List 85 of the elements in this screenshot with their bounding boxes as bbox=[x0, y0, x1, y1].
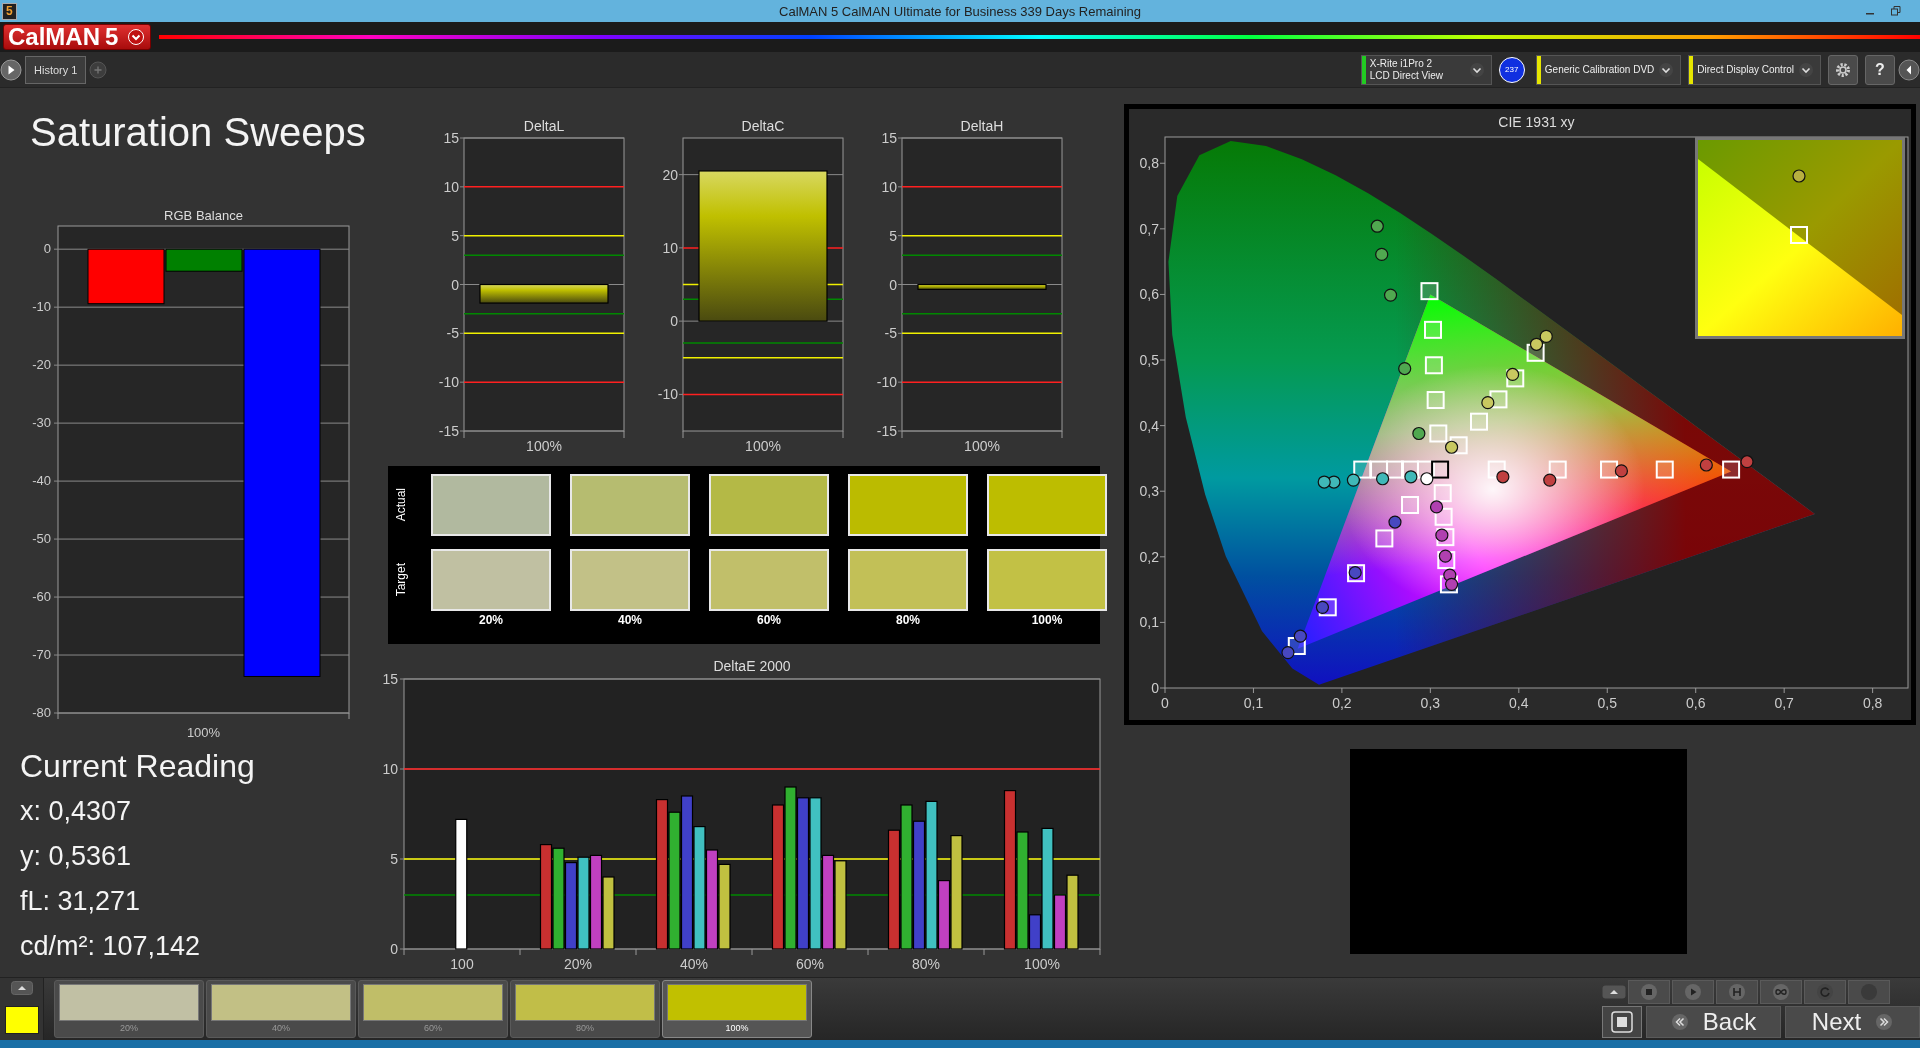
chart-title: DeltaH bbox=[960, 118, 1004, 134]
window-title: CalMAN 5 CalMAN Ultimate for Business 339 Days Remaining bbox=[779, 3, 1141, 19]
page-title: Saturation Sweeps bbox=[30, 109, 366, 156]
column-label: 40% bbox=[617, 613, 643, 629]
x-tick-label: 0,2 bbox=[1332, 695, 1352, 711]
current-reading-title: Current Reading bbox=[20, 747, 255, 786]
y-tick-label: 10 bbox=[881, 178, 897, 195]
y-tick-label: -10 bbox=[438, 374, 459, 391]
y-tick-label: -80 bbox=[32, 705, 51, 720]
chart-title: DeltaC bbox=[741, 118, 785, 134]
reading-value: cd/m²: 107,142 bbox=[20, 930, 201, 963]
y-tick-label: -60 bbox=[32, 589, 51, 605]
column-label: 20% bbox=[478, 613, 504, 629]
row-label: Actual bbox=[394, 488, 408, 522]
y-tick-label: 0,6 bbox=[1139, 286, 1159, 303]
reading-value: fL: 31,271 bbox=[20, 885, 141, 918]
x-tick-label: 20% bbox=[564, 956, 592, 972]
y-tick-label: -5 bbox=[446, 325, 459, 342]
x-tick-label: 60% bbox=[796, 956, 824, 972]
x-tick-label: 40% bbox=[680, 956, 708, 972]
x-tick-label: 0,4 bbox=[1509, 695, 1529, 711]
y-tick-label: 5 bbox=[889, 227, 897, 244]
y-tick-label: 10 bbox=[382, 761, 398, 777]
column-label: 100% bbox=[1030, 613, 1064, 629]
chart-title: DeltaE 2000 bbox=[713, 658, 791, 674]
y-tick-label: 15 bbox=[382, 671, 398, 687]
meter-count-badge: 237 bbox=[1498, 56, 1525, 83]
device-label: X-Rite i1Pro 2 bbox=[1369, 57, 1433, 70]
y-tick-label: 0,8 bbox=[1139, 155, 1159, 172]
y-tick-label: 0,4 bbox=[1139, 417, 1159, 434]
y-tick-label: 0,2 bbox=[1139, 548, 1159, 565]
x-tick-label: 100% bbox=[1024, 956, 1060, 972]
column-label: 80% bbox=[895, 613, 921, 629]
x-tick-label: 100% bbox=[964, 438, 1000, 454]
x-tick-label: 100% bbox=[745, 438, 781, 454]
x-tick-label: 100% bbox=[186, 725, 221, 740]
x-tick-label: 0,5 bbox=[1597, 695, 1617, 711]
y-tick-label: 0 bbox=[889, 276, 897, 293]
y-tick-label: 5 bbox=[451, 227, 459, 244]
x-tick-label: 80% bbox=[912, 956, 940, 972]
y-tick-label: 0,1 bbox=[1139, 614, 1159, 631]
y-tick-label: -10 bbox=[876, 374, 897, 391]
y-tick-label: 0 bbox=[670, 313, 678, 330]
x-tick-label: 0,3 bbox=[1420, 695, 1441, 711]
y-tick-label: 0 bbox=[451, 276, 459, 293]
y-tick-label: -40 bbox=[32, 473, 51, 489]
y-tick-label: 20 bbox=[662, 166, 678, 183]
row-label: Target bbox=[394, 563, 408, 597]
y-tick-label: -15 bbox=[876, 423, 897, 439]
y-tick-label: -10 bbox=[32, 299, 51, 315]
column-label: 60% bbox=[756, 613, 782, 629]
chart-title: RGB Balance bbox=[164, 208, 243, 223]
x-tick-label: 100% bbox=[526, 438, 562, 454]
y-tick-label: -15 bbox=[438, 423, 459, 439]
device-label: Direct Display Control bbox=[1697, 63, 1794, 76]
y-tick-label: 0 bbox=[43, 241, 51, 257]
x-tick-label: 0,7 bbox=[1774, 695, 1794, 711]
chart-title: DeltaL bbox=[523, 118, 565, 134]
y-tick-label: 15 bbox=[881, 130, 897, 146]
y-tick-label: 0,3 bbox=[1139, 483, 1159, 500]
device-label: Generic Calibration DVD bbox=[1544, 63, 1655, 76]
x-tick-label: 0,8 bbox=[1862, 695, 1883, 711]
x-tick-label: 0,6 bbox=[1686, 695, 1706, 711]
y-tick-label: -30 bbox=[32, 415, 51, 431]
x-tick-label: 0,1 bbox=[1243, 695, 1264, 711]
y-tick-label: -50 bbox=[32, 531, 51, 547]
x-tick-label: 100 bbox=[450, 956, 474, 972]
y-tick-label: -5 bbox=[884, 325, 897, 342]
y-tick-label: 0,7 bbox=[1139, 220, 1159, 237]
y-tick-label: -20 bbox=[32, 357, 51, 373]
y-tick-label: 0 bbox=[390, 941, 398, 957]
y-tick-label: 0,5 bbox=[1139, 352, 1159, 368]
y-tick-label: 5 bbox=[390, 851, 398, 867]
x-tick-label: 0 bbox=[1161, 695, 1169, 711]
reading-value: y: 0,5361 bbox=[20, 840, 132, 873]
y-tick-label: 10 bbox=[443, 178, 459, 195]
reading-value: x: 0,4307 bbox=[20, 795, 132, 828]
device-label: LCD Direct View bbox=[1369, 69, 1443, 82]
y-tick-label: 15 bbox=[443, 130, 459, 146]
app-icon: 5 bbox=[2, 2, 17, 20]
y-tick-label: 10 bbox=[662, 239, 678, 256]
chart-title: CIE 1931 xy bbox=[1498, 114, 1575, 130]
y-tick-label: 0 bbox=[1151, 680, 1159, 696]
y-tick-label: -70 bbox=[32, 647, 51, 662]
y-tick-label: -10 bbox=[657, 386, 678, 403]
